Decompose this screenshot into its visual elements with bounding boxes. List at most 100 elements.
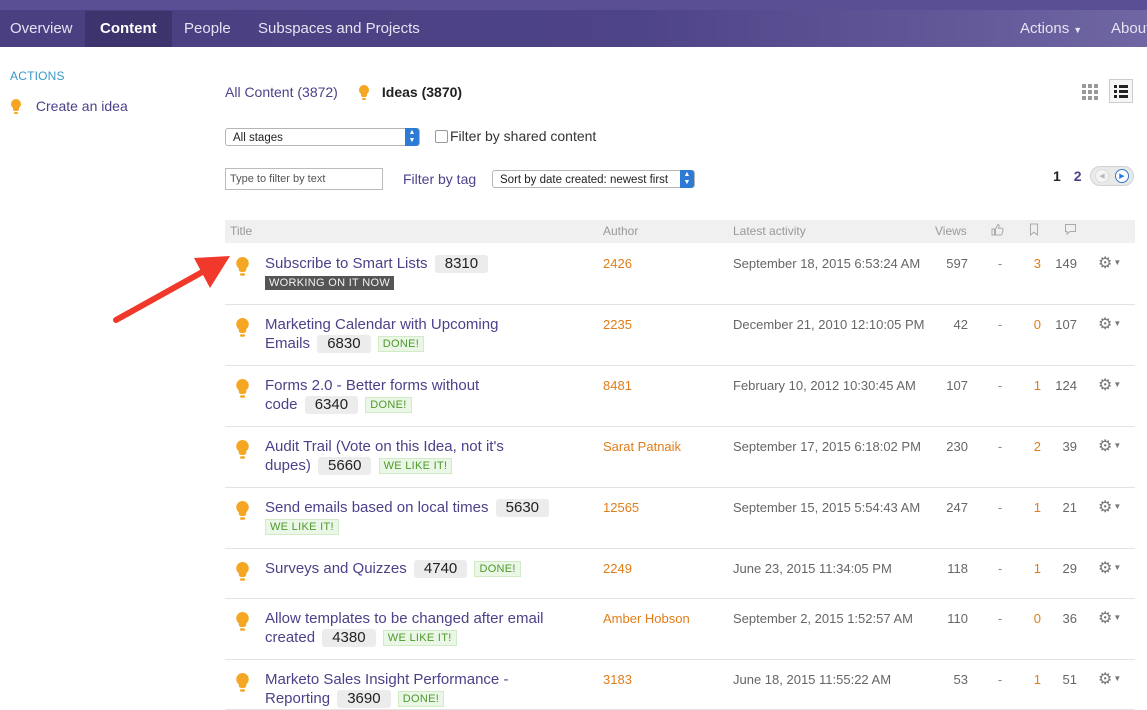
tab-ideas[interactable]: Ideas (3870) [358, 84, 462, 101]
nav-overview[interactable]: Overview [10, 11, 73, 47]
author-link[interactable]: 12565 [603, 500, 639, 515]
comment-count: 39 [1062, 439, 1077, 454]
likes-count: - [997, 611, 1003, 626]
create-idea-link[interactable]: Create an idea [10, 98, 128, 115]
likes-count: - [997, 500, 1003, 515]
vote-count: 6830 [317, 335, 371, 353]
tab-all-content[interactable]: All Content (3872) [225, 84, 338, 100]
idea-title-cell: Marketing Calendar with Upcoming Emails … [265, 315, 515, 353]
status-badge: WE LIKE IT! [382, 630, 457, 646]
col-latest-activity[interactable]: Latest activity [733, 224, 806, 238]
idea-title-link[interactable]: Surveys and Quizzes [265, 560, 407, 577]
nav-content[interactable]: Content [85, 11, 172, 47]
bookmark-count[interactable]: 1 [1025, 672, 1041, 687]
comment-count: 21 [1062, 500, 1077, 515]
bookmark-count[interactable]: 3 [1025, 256, 1041, 271]
gear-icon[interactable]: ⚙▼ [1098, 253, 1121, 273]
sidebar-actions-heading: ACTIONS [10, 69, 65, 83]
bookmark-icon[interactable] [1029, 223, 1039, 239]
status-badge: DONE! [377, 336, 425, 352]
comment-icon[interactable] [1064, 223, 1077, 239]
author-link[interactable]: 8481 [603, 378, 632, 393]
author-link[interactable]: 2426 [603, 256, 632, 271]
status-badge: WORKING ON IT NOW [265, 276, 395, 290]
likes-count: - [997, 317, 1003, 332]
latest-activity: September 17, 2015 6:18:02 PM [733, 439, 921, 454]
bookmark-count[interactable]: 2 [1025, 439, 1041, 454]
idea-title-cell: Marketo Sales Insight Performance - Repo… [265, 670, 525, 708]
vote-count: 5630 [495, 499, 550, 517]
nav-people[interactable]: People [184, 11, 231, 47]
lightbulb-icon [235, 672, 249, 692]
table-row[interactable]: Marketing Calendar with Upcoming Emails … [225, 304, 1135, 366]
page-next-link[interactable]: 2 [1074, 168, 1082, 184]
col-views[interactable]: Views [935, 224, 967, 238]
next-page-icon[interactable]: ▶ [1115, 169, 1129, 183]
idea-title-cell: Send emails based on local times 5630 WE… [265, 498, 595, 536]
bookmark-count[interactable]: 0 [1025, 611, 1041, 626]
author-link[interactable]: 2249 [603, 561, 632, 576]
bookmark-count[interactable]: 0 [1025, 317, 1041, 332]
col-author[interactable]: Author [603, 224, 638, 238]
stage-select[interactable]: All stages ▲ ▼ [225, 128, 420, 146]
author-link[interactable]: 3183 [603, 672, 632, 687]
table-row[interactable]: Forms 2.0 - Better forms without code 63… [225, 365, 1135, 427]
sort-select-value: Sort by date created: newest first [500, 174, 669, 186]
table-row[interactable]: Audit Trail (Vote on this Idea, not it's… [225, 426, 1135, 488]
bookmark-count[interactable]: 1 [1025, 561, 1041, 576]
status-badge: DONE! [397, 691, 445, 707]
views-count: 110 [947, 611, 968, 626]
prev-page-icon[interactable]: ◀ [1095, 169, 1109, 183]
chevron-down-icon: ▼ [1073, 25, 1083, 35]
views-count: 230 [946, 439, 968, 454]
table-header: Title Author Latest activity Views [225, 220, 1135, 243]
lightbulb-icon [358, 85, 370, 101]
list-view-icon[interactable] [1109, 79, 1133, 103]
author-link[interactable]: Sarat Patnaik [603, 439, 681, 454]
likes-count: - [997, 439, 1003, 454]
sort-select[interactable]: Sort by date created: newest first ▲ ▼ [492, 170, 695, 188]
nav-actions-menu[interactable]: Actions ▼ [1020, 11, 1082, 47]
views-count: 42 [953, 317, 968, 332]
thumbs-up-icon[interactable] [991, 223, 1004, 239]
table-row[interactable]: Subscribe to Smart Lists 8310 WORKING ON… [225, 243, 1135, 305]
views-count: 107 [946, 378, 968, 393]
views-count: 118 [947, 561, 968, 576]
tab-ideas-label: Ideas (3870) [381, 84, 463, 100]
lightbulb-icon [235, 561, 249, 581]
lightbulb-icon [235, 500, 249, 520]
idea-title-link[interactable]: Subscribe to Smart Lists [265, 255, 428, 272]
gear-icon[interactable]: ⚙▼ [1098, 436, 1121, 456]
nav-actions-label: Actions [1020, 20, 1070, 37]
filter-by-tag-link[interactable]: Filter by tag [403, 171, 476, 187]
author-link[interactable]: 2235 [603, 317, 632, 332]
pagination: 1 2 [1053, 168, 1081, 184]
nav-about[interactable]: About [1111, 11, 1147, 47]
idea-title-link[interactable]: Send emails based on local times [265, 499, 488, 516]
gear-icon[interactable]: ⚙▼ [1098, 375, 1121, 395]
grid-view-icon[interactable] [1081, 83, 1099, 101]
status-badge: WE LIKE IT! [265, 519, 339, 535]
shared-content-checkbox[interactable] [435, 130, 448, 143]
views-count: 247 [946, 500, 968, 515]
table-row[interactable]: Send emails based on local times 5630 WE… [225, 487, 1135, 549]
gear-icon[interactable]: ⚙▼ [1098, 497, 1121, 517]
vote-count: 3690 [337, 690, 391, 708]
gear-icon[interactable]: ⚙▼ [1098, 314, 1121, 334]
bookmark-count[interactable]: 1 [1025, 378, 1041, 393]
text-filter-input[interactable] [225, 168, 383, 190]
author-link[interactable]: Amber Hobson [603, 611, 690, 626]
gear-icon[interactable]: ⚙▼ [1098, 608, 1121, 628]
comment-count: 107 [1055, 317, 1077, 332]
idea-title-cell: Subscribe to Smart Lists 8310 WORKING ON… [265, 254, 595, 292]
bookmark-count[interactable]: 1 [1025, 500, 1041, 515]
lightbulb-icon [235, 378, 249, 398]
gear-icon[interactable]: ⚙▼ [1098, 669, 1121, 689]
vote-count: 4380 [322, 629, 376, 647]
table-row[interactable]: Marketo Sales Insight Performance - Repo… [225, 659, 1135, 710]
table-row[interactable]: Allow templates to be changed after emai… [225, 598, 1135, 660]
table-row[interactable]: Surveys and Quizzes 4740 DONE! 2249 June 2… [225, 548, 1135, 599]
likes-count: - [997, 378, 1003, 393]
gear-icon[interactable]: ⚙▼ [1098, 558, 1121, 578]
nav-subspaces[interactable]: Subspaces and Projects [258, 11, 420, 47]
